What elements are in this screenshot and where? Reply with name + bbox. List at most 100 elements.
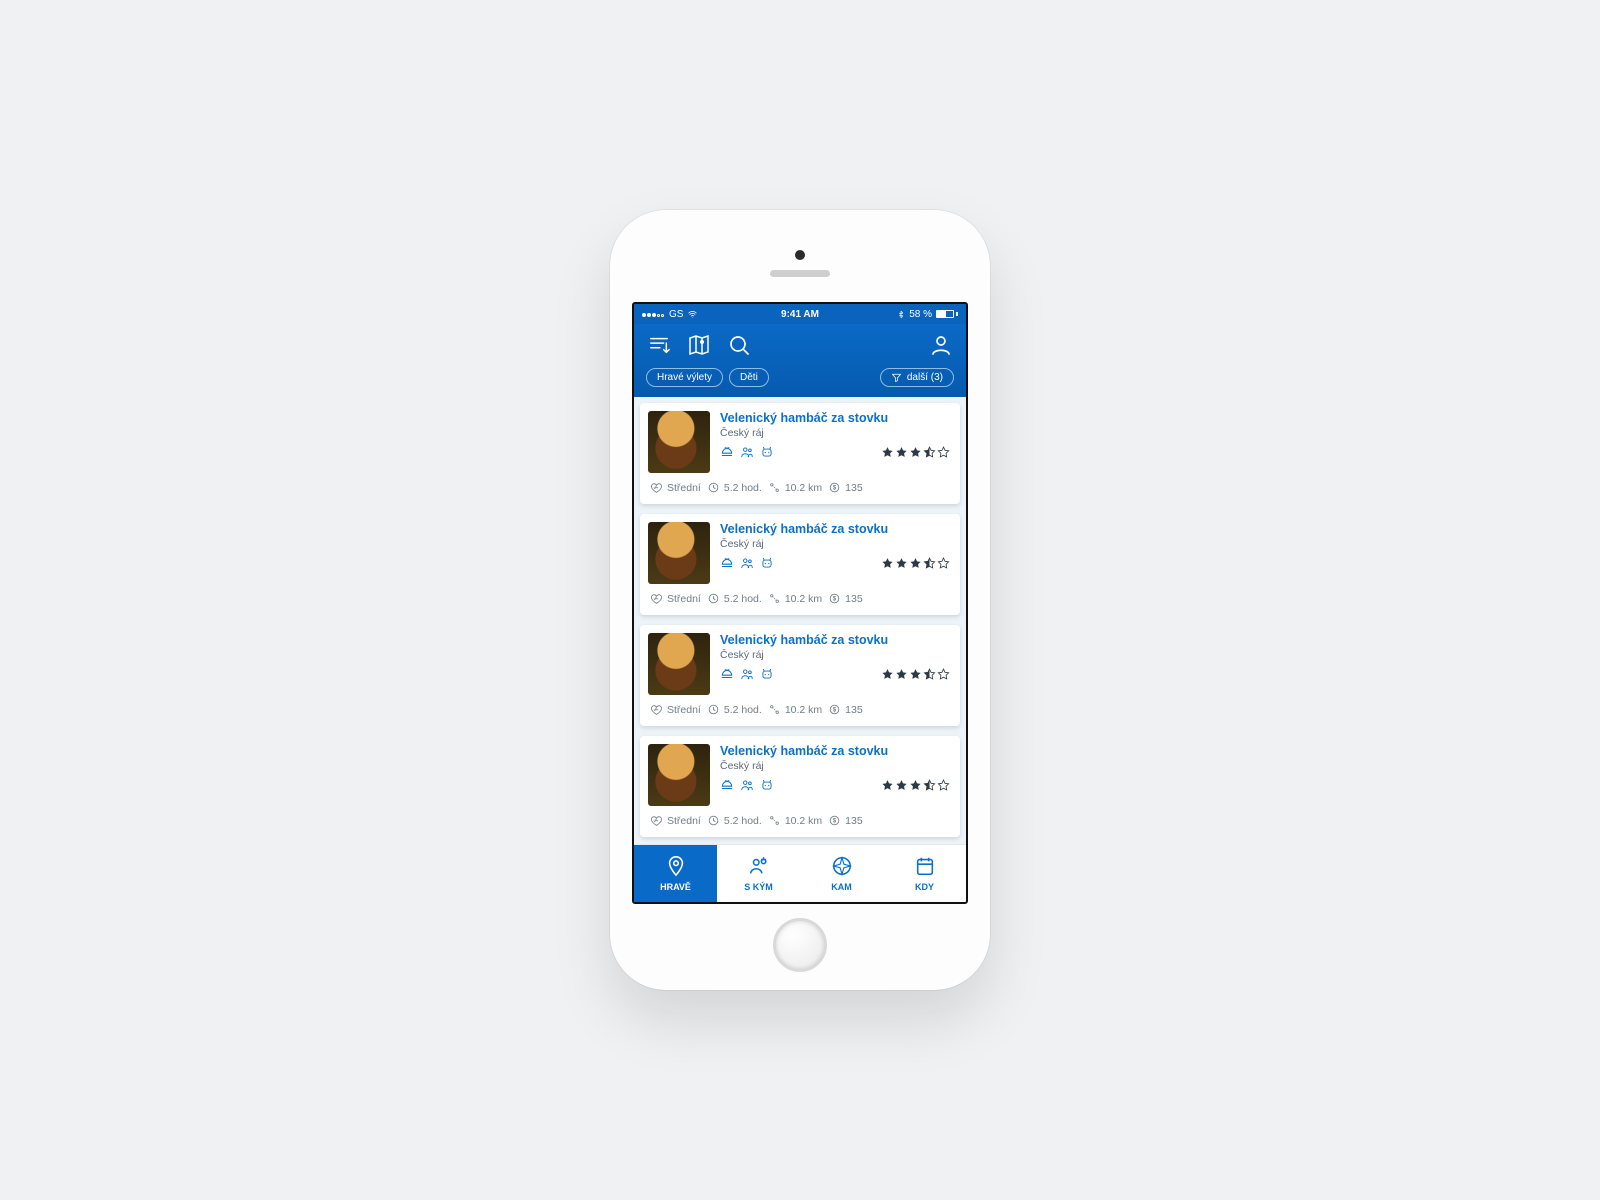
tab-label: S KÝM: [744, 882, 773, 892]
signal-dots-icon: [642, 309, 665, 320]
home-button[interactable]: [773, 918, 827, 972]
profile-icon[interactable]: [928, 332, 954, 358]
chip-deti[interactable]: Děti: [729, 368, 769, 387]
star-icon: [923, 668, 936, 681]
tab-hrave[interactable]: HRAVĚ: [634, 845, 717, 902]
distance-label: 10.2 km: [785, 815, 822, 827]
card-region: Český ráj: [720, 427, 950, 439]
battery-icon: [936, 310, 958, 318]
header: Hravé výlety Děti další (3): [634, 324, 966, 397]
people-icon: [740, 445, 754, 459]
people-icon: [740, 667, 754, 681]
card-title: Velenický hambáč za stovku: [720, 411, 950, 425]
difficulty-icon: [650, 814, 663, 827]
chip-row: Hravé výlety Děti další (3): [646, 358, 954, 397]
result-card[interactable]: Velenický hambáč za stovku Český ráj Stř…: [640, 625, 960, 726]
results-list[interactable]: Velenický hambáč za stovku Český ráj Stř…: [634, 397, 966, 844]
duration-label: 5.2 hod.: [724, 482, 762, 494]
rating-stars: [881, 557, 950, 570]
wifi-icon: [687, 310, 698, 319]
search-icon[interactable]: [726, 332, 752, 358]
duration-label: 5.2 hod.: [724, 815, 762, 827]
price-icon: $: [828, 703, 841, 716]
pet-icon: [760, 667, 774, 681]
star-icon: [895, 446, 908, 459]
result-card[interactable]: Velenický hambáč za stovku Český ráj Stř…: [640, 403, 960, 504]
people-icon: [740, 778, 754, 792]
price-label: 135: [845, 593, 863, 605]
card-region: Český ráj: [720, 760, 950, 772]
card-title: Velenický hambáč za stovku: [720, 633, 950, 647]
star-icon: [881, 557, 894, 570]
result-card[interactable]: Velenický hambáč za stovku Český ráj Stř…: [640, 514, 960, 615]
bluetooth-icon: [897, 309, 905, 320]
difficulty-label: Střední: [667, 815, 701, 827]
status-bar: GS 9:41 AM 58 %: [634, 304, 966, 324]
phone-device: GS 9:41 AM 58 %: [610, 210, 990, 990]
star-icon: [909, 668, 922, 681]
card-region: Český ráj: [720, 649, 950, 661]
star-icon: [937, 446, 950, 459]
rating-stars: [881, 446, 950, 459]
pet-icon: [760, 556, 774, 570]
clock-icon: [707, 703, 720, 716]
star-icon: [937, 557, 950, 570]
price-label: 135: [845, 704, 863, 716]
people-icon: [740, 556, 754, 570]
card-thumbnail: [648, 411, 710, 473]
star-icon: [937, 779, 950, 792]
clock: 9:41 AM: [781, 309, 819, 320]
star-icon: [923, 779, 936, 792]
calendar-icon: [914, 855, 936, 879]
tab-label: KAM: [831, 882, 852, 892]
svg-text:$: $: [833, 486, 837, 492]
food-icon: [720, 667, 734, 681]
duration-label: 5.2 hod.: [724, 704, 762, 716]
tab-kam[interactable]: KAM: [800, 845, 883, 902]
carrier-label: GS: [669, 309, 683, 320]
tab-label: KDY: [915, 882, 934, 892]
food-icon: [720, 556, 734, 570]
distance-icon: [768, 814, 781, 827]
star-icon: [923, 557, 936, 570]
star-icon: [923, 446, 936, 459]
price-label: 135: [845, 482, 863, 494]
tab-skym[interactable]: S KÝM: [717, 845, 800, 902]
clock-icon: [707, 814, 720, 827]
filter-button[interactable]: další (3): [880, 368, 954, 387]
price-icon: $: [828, 592, 841, 605]
price-icon: $: [828, 481, 841, 494]
chip-hrave-vylety[interactable]: Hravé výlety: [646, 368, 723, 387]
food-icon: [720, 778, 734, 792]
difficulty-icon: [650, 703, 663, 716]
clock-icon: [707, 592, 720, 605]
price-label: 135: [845, 815, 863, 827]
difficulty-label: Střední: [667, 593, 701, 605]
star-icon: [909, 446, 922, 459]
tab-label: HRAVĚ: [660, 882, 691, 892]
card-thumbnail: [648, 522, 710, 584]
distance-label: 10.2 km: [785, 482, 822, 494]
clock-icon: [707, 481, 720, 494]
star-icon: [909, 779, 922, 792]
result-card[interactable]: Velenický hambáč za stovku Český ráj Stř…: [640, 736, 960, 837]
screen: GS 9:41 AM 58 %: [632, 302, 968, 904]
difficulty-label: Střední: [667, 482, 701, 494]
svg-text:$: $: [833, 819, 837, 825]
difficulty-icon: [650, 481, 663, 494]
star-icon: [881, 779, 894, 792]
food-icon: [720, 445, 734, 459]
star-icon: [895, 779, 908, 792]
distance-icon: [768, 703, 781, 716]
star-icon: [937, 668, 950, 681]
star-icon: [909, 557, 922, 570]
svg-text:$: $: [833, 708, 837, 714]
rating-stars: [881, 668, 950, 681]
svg-text:$: $: [833, 597, 837, 603]
map-icon[interactable]: [686, 332, 712, 358]
price-icon: $: [828, 814, 841, 827]
tab-kdy[interactable]: KDY: [883, 845, 966, 902]
sort-icon[interactable]: [646, 332, 672, 358]
battery-label: 58 %: [909, 309, 932, 320]
difficulty-label: Střední: [667, 704, 701, 716]
